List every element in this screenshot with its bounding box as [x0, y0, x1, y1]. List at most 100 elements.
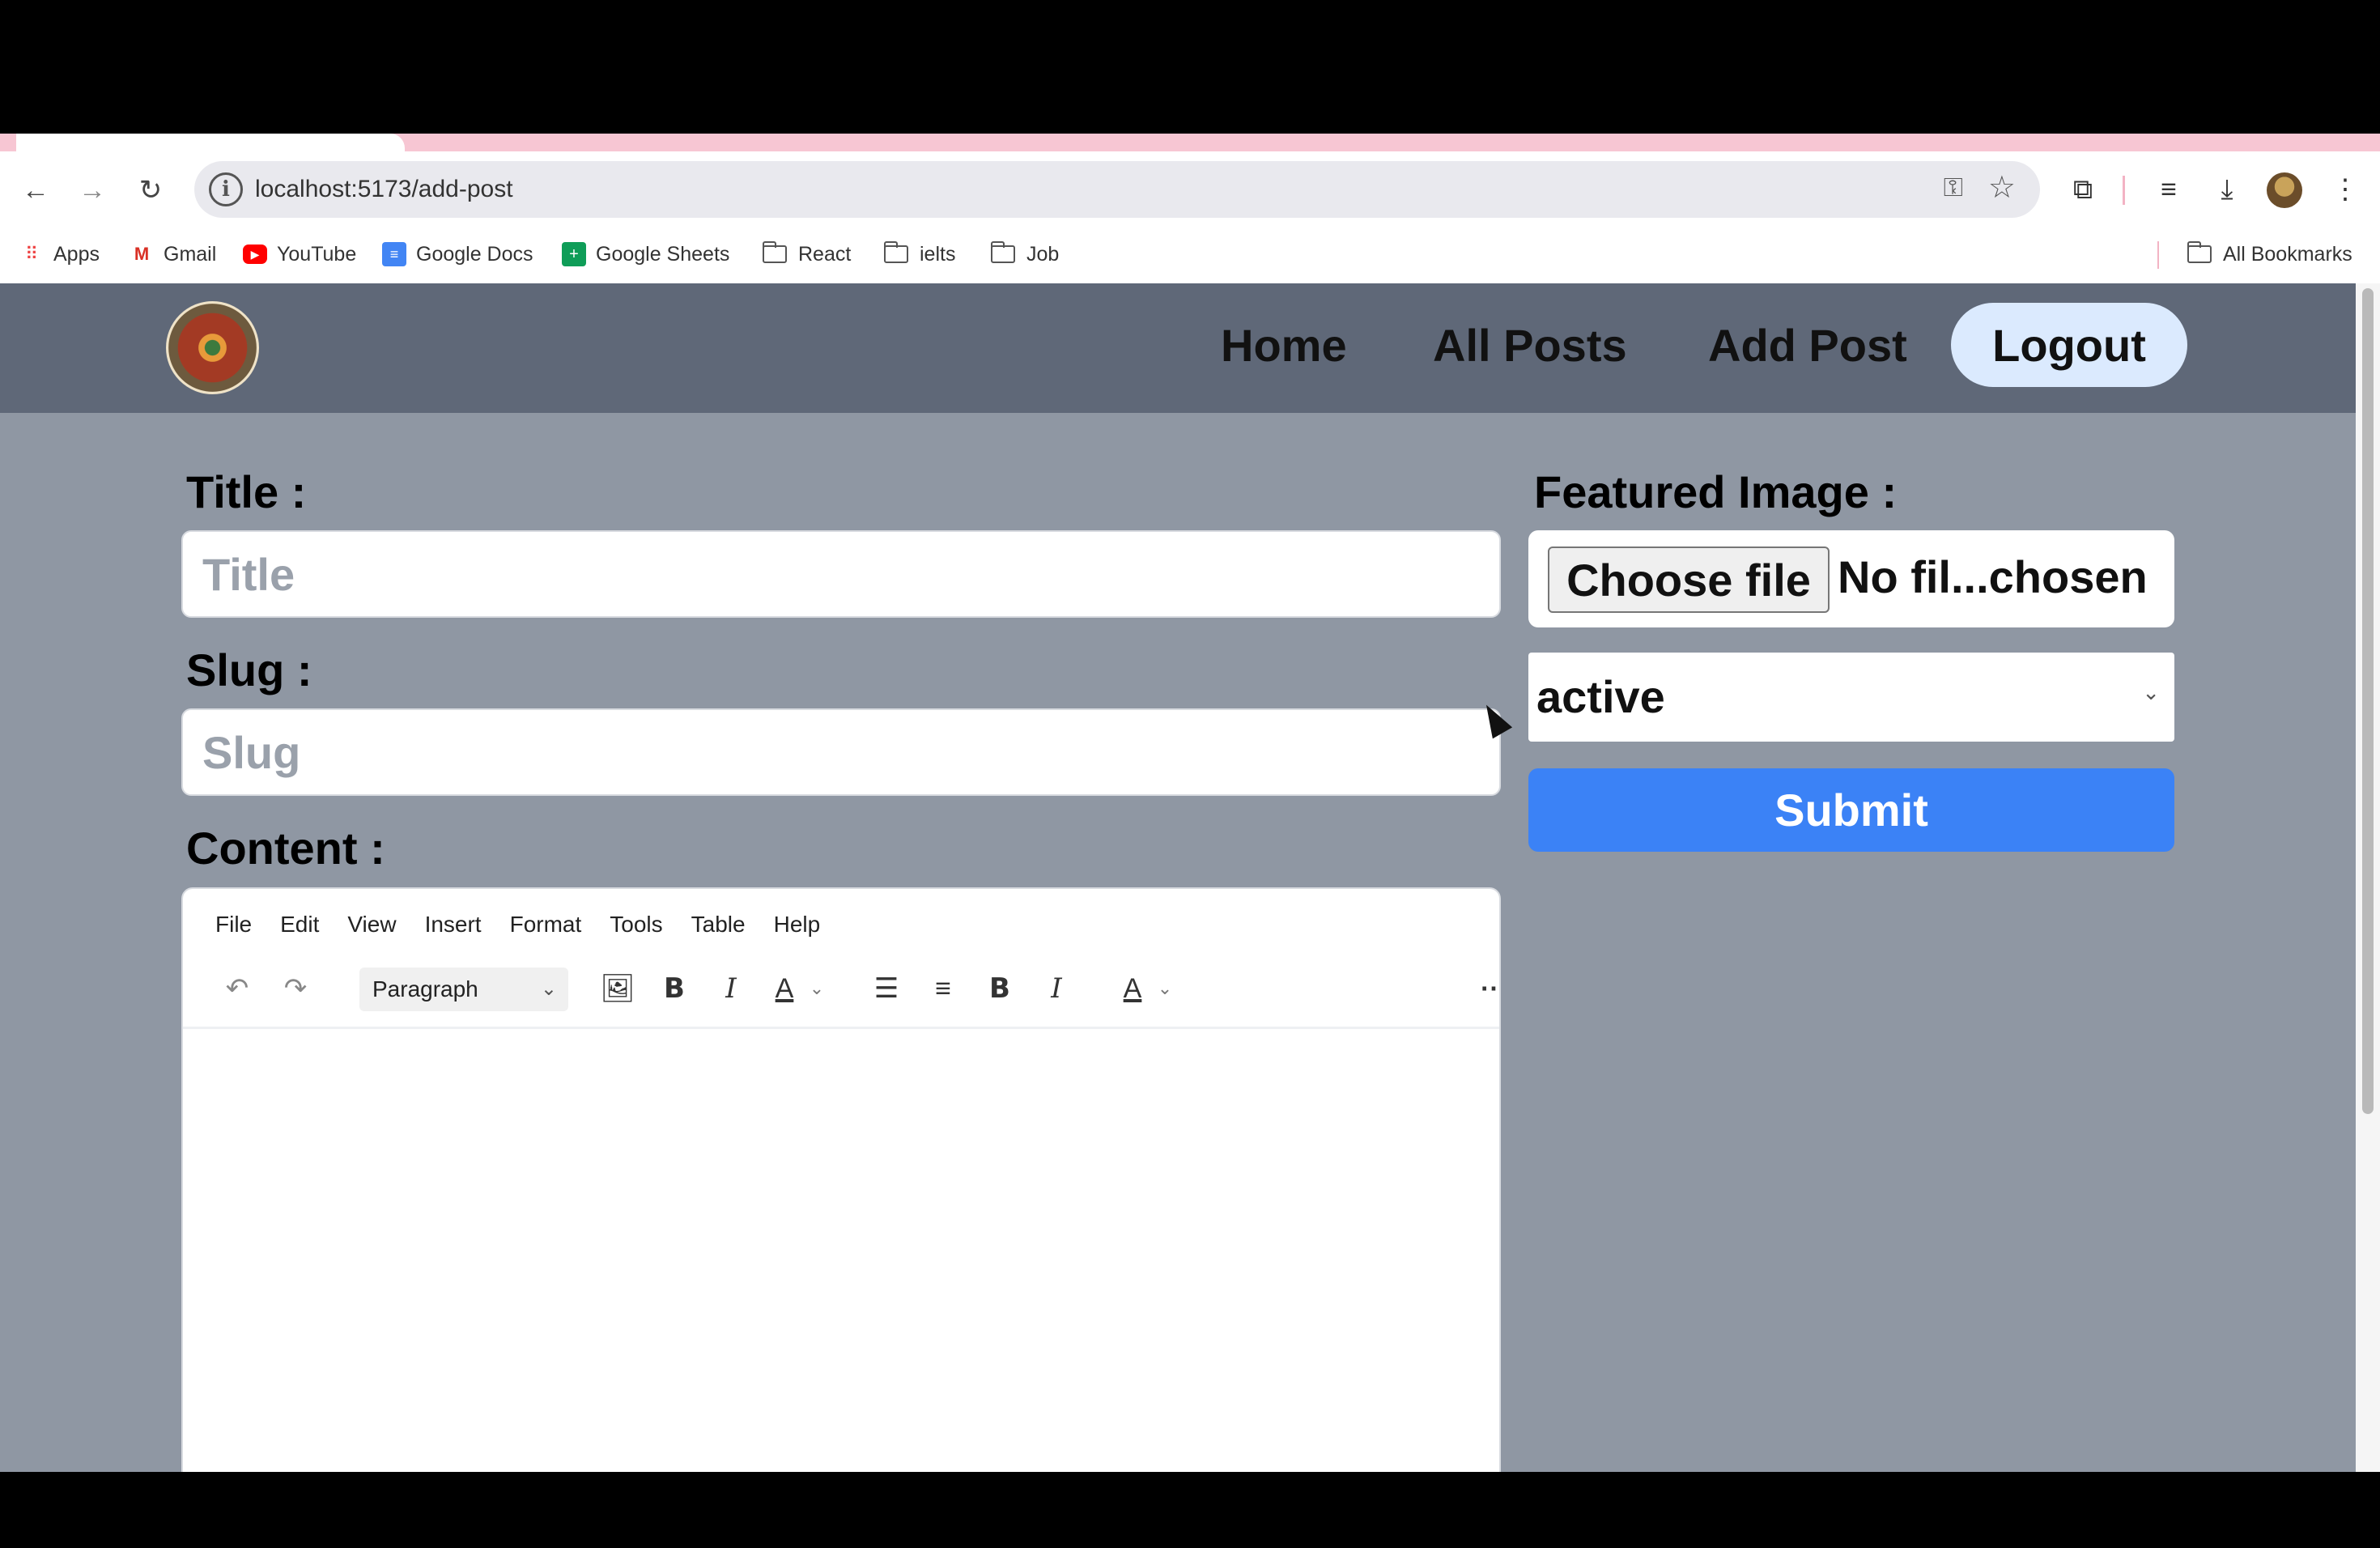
editor-menubar: File Edit View Insert Format Tools Table…: [215, 912, 848, 938]
menu-format[interactable]: Format: [510, 912, 582, 938]
bookmark-label: ielts: [920, 242, 956, 266]
featured-image-label: Featured Image :: [1534, 466, 1898, 517]
menu-table[interactable]: Table: [691, 912, 746, 938]
text-color-icon[interactable]: A: [763, 966, 806, 1011]
reload-icon[interactable]: ↻: [128, 168, 173, 213]
folder-icon: [2187, 241, 2212, 263]
menu-file[interactable]: File: [215, 912, 252, 938]
youtube-icon: ▶: [243, 245, 267, 264]
gmail-icon: M: [134, 244, 150, 264]
title-field[interactable]: [181, 530, 1501, 618]
bookmark-job[interactable]: Job: [990, 238, 1060, 270]
menu-tools[interactable]: Tools: [610, 912, 662, 938]
image-icon[interactable]: 🖼: [596, 966, 640, 1011]
download-icon[interactable]: ⤓: [2207, 169, 2247, 210]
slug-field[interactable]: [181, 708, 1501, 796]
tab-strip: [0, 134, 2380, 151]
redo-icon[interactable]: ↷: [274, 966, 317, 1011]
file-name-text: No fil...chosen: [1838, 551, 2148, 602]
bookmark-youtube[interactable]: ▶ YouTube: [243, 238, 356, 270]
scrollbar-thumb[interactable]: [2362, 288, 2374, 1114]
slug-input[interactable]: [183, 710, 1499, 794]
active-tab[interactable]: [16, 134, 405, 151]
extensions-icon[interactable]: ⧉: [2063, 169, 2103, 210]
site-info-icon[interactable]: i: [209, 172, 243, 206]
back-arrow-icon[interactable]: ←: [13, 168, 58, 213]
submit-button[interactable]: Submit: [1528, 768, 2174, 852]
bookmark-star-icon[interactable]: ☆: [1988, 169, 2016, 206]
menu-help[interactable]: Help: [774, 912, 821, 938]
bookmark-label: Job: [1026, 242, 1060, 266]
align-center-icon[interactable]: ≡: [921, 966, 965, 1011]
folder-icon: [883, 241, 908, 263]
undo-icon[interactable]: ↶: [215, 966, 259, 1011]
google-docs-icon: ≡: [382, 242, 406, 266]
more-menu-icon[interactable]: ⋮: [2325, 169, 2365, 210]
chevron-down-icon[interactable]: ⌄: [1153, 966, 1177, 1011]
status-value: active: [1536, 671, 1665, 722]
bookmark-label: React: [798, 242, 852, 266]
more-options-icon[interactable]: ⋯: [1472, 966, 1499, 1011]
chevron-down-icon: ⌄: [2142, 680, 2160, 704]
bookmark-apps[interactable]: ⠿ Apps: [19, 238, 100, 270]
site-header: Home All Posts Add Post Logout: [0, 283, 2356, 413]
page-content: Home All Posts Add Post Logout Title : S…: [0, 283, 2380, 1472]
folder-icon: [762, 241, 787, 263]
block-format-value: Paragraph: [372, 976, 478, 1002]
italic-icon[interactable]: I: [1035, 966, 1078, 1011]
page-scrollbar[interactable]: [2356, 283, 2380, 1472]
toolbar-divider: [2123, 176, 2125, 205]
menu-edit[interactable]: Edit: [280, 912, 319, 938]
url-text[interactable]: localhost:5173/add-post: [255, 176, 513, 203]
nav-home[interactable]: Home: [1221, 303, 1347, 387]
bookmark-label: Gmail: [164, 242, 217, 266]
bookmark-label: YouTube: [277, 242, 357, 266]
title-label: Title :: [186, 466, 307, 517]
text-color-icon[interactable]: A: [1111, 966, 1154, 1011]
editor-toolbar: ↶ ↷ Paragraph ⌄ 🖼 B I A ⌄ ☰ ≡ B I A ⌄ ⋯: [215, 966, 1499, 1014]
bold-icon[interactable]: B: [652, 966, 696, 1011]
bookmark-google-sheets[interactable]: + Google Sheets: [562, 238, 729, 270]
profile-avatar[interactable]: [2267, 172, 2302, 208]
nav-add-post[interactable]: Add Post: [1708, 303, 1907, 387]
align-left-icon[interactable]: ☰: [865, 966, 908, 1011]
bookmark-react[interactable]: React: [762, 238, 852, 270]
chevron-down-icon[interactable]: ⌄: [805, 966, 829, 1011]
site-logo[interactable]: [166, 301, 259, 394]
choose-file-button[interactable]: Choose file: [1548, 546, 1830, 613]
menu-view[interactable]: View: [347, 912, 396, 938]
slug-label: Slug :: [186, 644, 312, 695]
browser-toolbar: ← → ↻ i localhost:5173/add-post ⚿ ☆ ⧉ ≡ …: [0, 151, 2380, 228]
bookmarks-bar: ⠿ Apps M Gmail ▶ YouTube ≡ Google Docs +…: [0, 228, 2380, 283]
menu-insert[interactable]: Insert: [425, 912, 482, 938]
bookmark-ielts[interactable]: ielts: [883, 238, 956, 270]
status-select[interactable]: active ⌄: [1528, 653, 2174, 742]
title-input[interactable]: [183, 532, 1499, 616]
bookmark-google-docs[interactable]: ≡ Google Docs: [382, 238, 533, 270]
editor-divider: [183, 1027, 1499, 1029]
google-sheets-icon: +: [562, 242, 586, 266]
bookmarks-divider: [2157, 241, 2159, 269]
bookmark-label: Apps: [53, 242, 100, 266]
featured-image-field[interactable]: Choose file No fil...chosen: [1528, 530, 2174, 627]
bookmark-label: Google Docs: [416, 242, 533, 266]
nav-all-posts[interactable]: All Posts: [1433, 303, 1627, 387]
bookmark-label: Google Sheets: [596, 242, 730, 266]
chevron-down-icon: ⌄: [540, 978, 557, 1000]
italic-icon[interactable]: I: [709, 966, 753, 1011]
apps-grid-icon: ⠿: [24, 244, 39, 264]
all-bookmarks[interactable]: All Bookmarks: [2187, 238, 2352, 270]
rich-text-editor[interactable]: File Edit View Insert Format Tools Table…: [181, 887, 1501, 1472]
block-format-select[interactable]: Paragraph ⌄: [359, 968, 568, 1011]
password-key-icon[interactable]: ⚿: [1944, 172, 1963, 203]
media-controls-icon[interactable]: ≡: [2148, 169, 2189, 210]
screen: ← → ↻ i localhost:5173/add-post ⚿ ☆ ⧉ ≡ …: [0, 0, 2380, 1548]
logout-button[interactable]: Logout: [1951, 303, 2187, 387]
all-bookmarks-label: All Bookmarks: [2223, 242, 2352, 266]
bookmark-gmail[interactable]: M Gmail: [130, 238, 216, 270]
forward-arrow-icon[interactable]: →: [70, 168, 115, 213]
bold-icon[interactable]: B: [978, 966, 1022, 1011]
content-label: Content :: [186, 823, 385, 874]
folder-icon: [990, 241, 1015, 263]
address-bar[interactable]: i localhost:5173/add-post ⚿ ☆: [194, 161, 2040, 218]
